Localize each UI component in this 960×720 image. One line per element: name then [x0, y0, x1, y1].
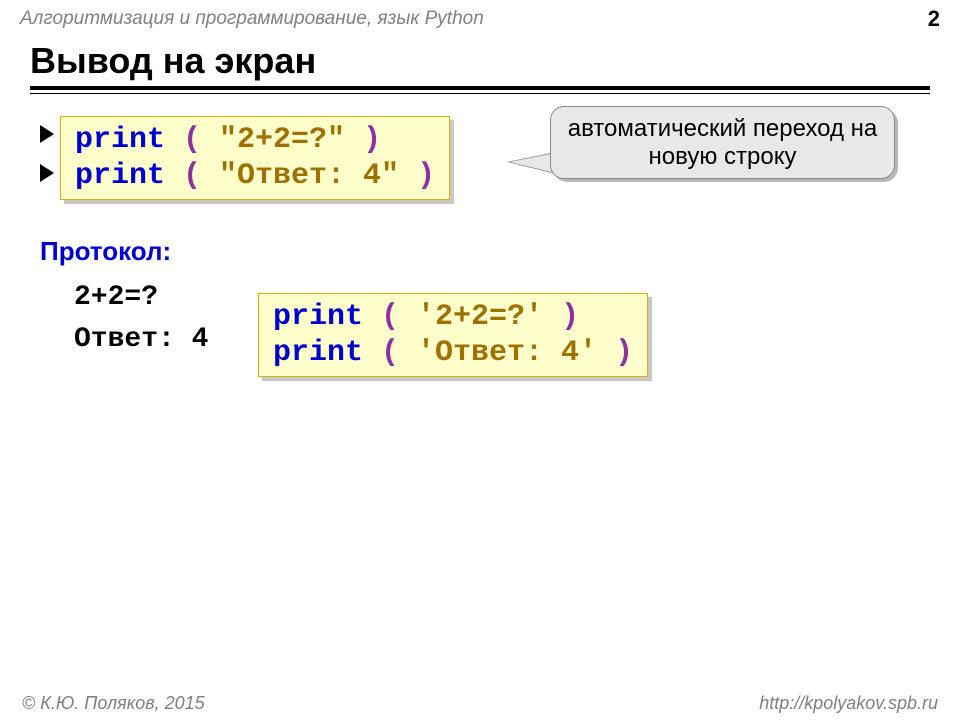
code-line: print ( 'Ответ: 4' ) [273, 335, 633, 371]
page-number: 2 [928, 6, 940, 32]
slide-title: Вывод на экран [0, 36, 960, 84]
slide-footer: © К.Ю. Поляков, 2015 http://kpolyakov.sp… [0, 693, 960, 716]
code-line: print ( "Ответ: 4" ) [75, 158, 435, 194]
callout-box: автоматический переход на новую строку [550, 106, 895, 179]
slide-header: Алгоритмизация и программирование, язык … [0, 0, 960, 36]
footer-url: http://kpolyakov.spb.ru [759, 693, 938, 714]
course-title: Алгоритмизация и программирование, язык … [20, 8, 484, 30]
bullet-triangle [40, 125, 54, 143]
code-block-1: print ( "2+2=?" ) print ( "Ответ: 4" ) [60, 116, 450, 200]
code-block-2: print ( '2+2=?' ) print ( 'Ответ: 4' ) [258, 293, 648, 377]
protocol-label: Протокол: [40, 236, 930, 267]
bullet-triangle [40, 164, 54, 182]
code-line: print ( '2+2=?' ) [273, 299, 633, 335]
title-divider [30, 86, 930, 90]
code-line: print ( "2+2=?" ) [75, 122, 435, 158]
footer-author: © К.Ю. Поляков, 2015 [22, 693, 205, 714]
